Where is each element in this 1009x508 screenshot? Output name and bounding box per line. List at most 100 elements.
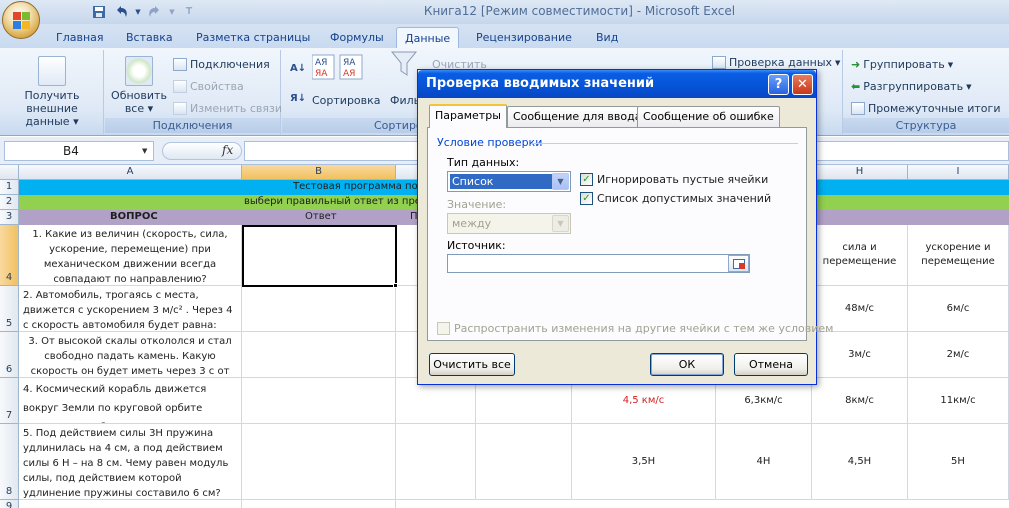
chevron-down-icon[interactable]: ▼ bbox=[552, 173, 569, 190]
answer-cell[interactable] bbox=[242, 424, 396, 500]
row-header-7[interactable]: 7 bbox=[0, 378, 19, 424]
data-validation-icon bbox=[712, 56, 726, 69]
option-cell[interactable] bbox=[396, 424, 476, 500]
connections-button[interactable]: Подключения bbox=[173, 56, 270, 73]
option-cell[interactable]: 5Н bbox=[908, 424, 1009, 500]
chevron-down-icon[interactable]: ▼ bbox=[552, 215, 569, 232]
question-cell[interactable]: 3. От высокой скалы откололся и стал сво… bbox=[19, 332, 242, 378]
ok-button[interactable]: ОК bbox=[650, 353, 724, 376]
close-icon[interactable]: ✕ bbox=[792, 74, 813, 95]
svg-text:ЯА: ЯА bbox=[315, 69, 328, 79]
subtotals-button[interactable]: Промежуточные итоги bbox=[851, 100, 1000, 117]
external-data-icon bbox=[38, 56, 66, 86]
answer-cell[interactable] bbox=[242, 378, 396, 424]
tab-formulas[interactable]: Формулы bbox=[322, 27, 392, 48]
answer-cell[interactable] bbox=[242, 286, 396, 332]
tab-review[interactable]: Рецензирование bbox=[468, 27, 580, 48]
row-header-6[interactable]: 6 bbox=[0, 332, 19, 378]
tab-input-message[interactable]: Сообщение для ввода bbox=[507, 106, 648, 127]
refresh-icon bbox=[125, 56, 153, 86]
tab-home[interactable]: Главная bbox=[48, 27, 112, 48]
window-title: Книга12 [Режим совместимости] - Microsof… bbox=[423, 4, 736, 18]
tab-page-layout[interactable]: Разметка страницы bbox=[188, 27, 318, 48]
column-header-a[interactable]: A bbox=[19, 165, 242, 180]
tab-error-alert[interactable]: Сообщение об ошибке bbox=[637, 106, 780, 127]
band-spacer bbox=[812, 180, 908, 225]
option-cell[interactable] bbox=[476, 424, 572, 500]
clear-all-button[interactable]: Очистить все bbox=[429, 353, 515, 376]
operator-value: между bbox=[452, 217, 492, 230]
source-input[interactable] bbox=[447, 254, 750, 273]
filter-label: Филь bbox=[390, 94, 421, 107]
row-header-3[interactable]: 3 bbox=[0, 210, 19, 225]
answer-cell[interactable] bbox=[242, 332, 396, 378]
name-box[interactable]: B4 bbox=[4, 141, 154, 161]
option-cell[interactable]: 2м/с bbox=[908, 332, 1009, 378]
option-cell[interactable]: ускорение и перемещение bbox=[908, 225, 1009, 286]
row-header-5[interactable]: 5 bbox=[0, 286, 19, 332]
option-cell[interactable]: 4,5Н bbox=[812, 424, 908, 500]
option-cell[interactable]: 4Н bbox=[716, 424, 812, 500]
in-cell-dropdown-checkbox[interactable]: ✓ Список допустимых значений bbox=[580, 192, 771, 205]
question-cell[interactable]: 2. Автомобиль, трогаясь с места, движетс… bbox=[19, 286, 242, 332]
row-header-8[interactable]: 8 bbox=[0, 424, 19, 500]
connections-icon bbox=[173, 58, 187, 71]
option-cell[interactable]: 3,5Н bbox=[572, 424, 716, 500]
empty-cell[interactable] bbox=[242, 500, 396, 508]
edit-links-button[interactable]: Изменить связи bbox=[173, 100, 282, 117]
filter-button[interactable]: Филь bbox=[390, 92, 420, 109]
refresh-all-label-2-text: все bbox=[124, 102, 145, 115]
option-cell[interactable]: сила и перемещение bbox=[812, 225, 908, 286]
column-header-h[interactable]: H bbox=[812, 165, 908, 180]
dialog-title-bar[interactable]: Проверка вводимых значений ? ✕ bbox=[418, 70, 816, 98]
column-header-i[interactable]: I bbox=[908, 165, 1009, 180]
source-label: Источник: bbox=[447, 239, 506, 252]
sort-az-icon[interactable]: A↓ bbox=[290, 60, 306, 77]
row-header-4[interactable]: 4 bbox=[0, 225, 19, 286]
ungroup-button[interactable]: ⬅ Разгруппировать ▼ bbox=[851, 78, 971, 95]
active-cell-b4[interactable] bbox=[242, 225, 397, 287]
empty-cell[interactable] bbox=[19, 500, 242, 508]
group-button[interactable]: ➜ Группировать ▼ bbox=[851, 56, 953, 73]
tab-insert[interactable]: Вставка bbox=[118, 27, 181, 48]
insert-function-icon[interactable]: fx bbox=[222, 143, 233, 157]
tab-view[interactable]: Вид bbox=[588, 27, 626, 48]
option-cell[interactable]: 3м/с bbox=[812, 332, 908, 378]
sort-dialog-icon[interactable]: АЯ ЯА ЯА АЯ bbox=[312, 54, 364, 79]
question-cell[interactable]: 1. Какие из величин (скорость, сила, уск… bbox=[19, 225, 242, 286]
ignore-blank-label: Игнорировать пустые ячейки bbox=[597, 173, 769, 186]
fill-handle[interactable] bbox=[393, 283, 398, 288]
ignore-blank-checkbox[interactable]: ✓ Игнорировать пустые ячейки bbox=[580, 173, 768, 186]
question-cell[interactable]: 4. Космический корабль движется вокруг З… bbox=[19, 378, 242, 424]
range-select-icon[interactable] bbox=[728, 255, 749, 272]
ungroup-label: Разгруппировать bbox=[863, 80, 964, 93]
sort-button[interactable]: Сортировка bbox=[312, 92, 381, 109]
apply-to-all-checkbox[interactable]: Распространить изменения на другие ячейк… bbox=[437, 322, 833, 335]
tab-data[interactable]: Данные bbox=[396, 27, 460, 48]
column-header-b[interactable]: B bbox=[242, 165, 396, 180]
row-header-2[interactable]: 2 bbox=[0, 195, 19, 210]
data-type-select[interactable]: Список ▼ bbox=[447, 171, 571, 192]
tab-parameters[interactable]: Параметры bbox=[429, 104, 507, 128]
office-button[interactable] bbox=[2, 1, 40, 39]
refresh-all-label-1: Обновить bbox=[111, 89, 167, 102]
get-external-data-button[interactable]: Получить внешние данные ▾ bbox=[4, 56, 100, 128]
option-cell[interactable]: 6м/с bbox=[908, 286, 1009, 332]
refresh-all-button[interactable]: Обновить все ▾ bbox=[109, 56, 169, 115]
name-box-dropdown-icon[interactable]: ▼ bbox=[142, 147, 147, 155]
help-icon[interactable]: ? bbox=[768, 74, 789, 95]
option-cell[interactable]: 11км/с bbox=[908, 378, 1009, 424]
cancel-button[interactable]: Отмена bbox=[734, 353, 808, 376]
select-all-corner[interactable] bbox=[0, 165, 19, 180]
sort-za-icon[interactable]: Я↓ bbox=[290, 90, 306, 107]
outline-group: ➜ Группировать ▼ ⬅ Разгруппировать ▼ Про… bbox=[842, 50, 1009, 134]
row-header-9[interactable]: 9 bbox=[0, 500, 19, 508]
row-header-1[interactable]: 1 bbox=[0, 180, 19, 195]
group-dropdown-icon: ▼ bbox=[947, 60, 954, 69]
data-validation-dropdown-icon: ▼ bbox=[835, 58, 841, 67]
operator-select[interactable]: между ▼ bbox=[447, 213, 571, 234]
properties-button[interactable]: Свойства bbox=[173, 78, 244, 95]
question-cell[interactable]: 5. Под действием силы 3Н пружина удлинил… bbox=[19, 424, 242, 500]
filter-icon[interactable] bbox=[390, 51, 418, 76]
option-cell[interactable]: 8км/с bbox=[812, 378, 908, 424]
